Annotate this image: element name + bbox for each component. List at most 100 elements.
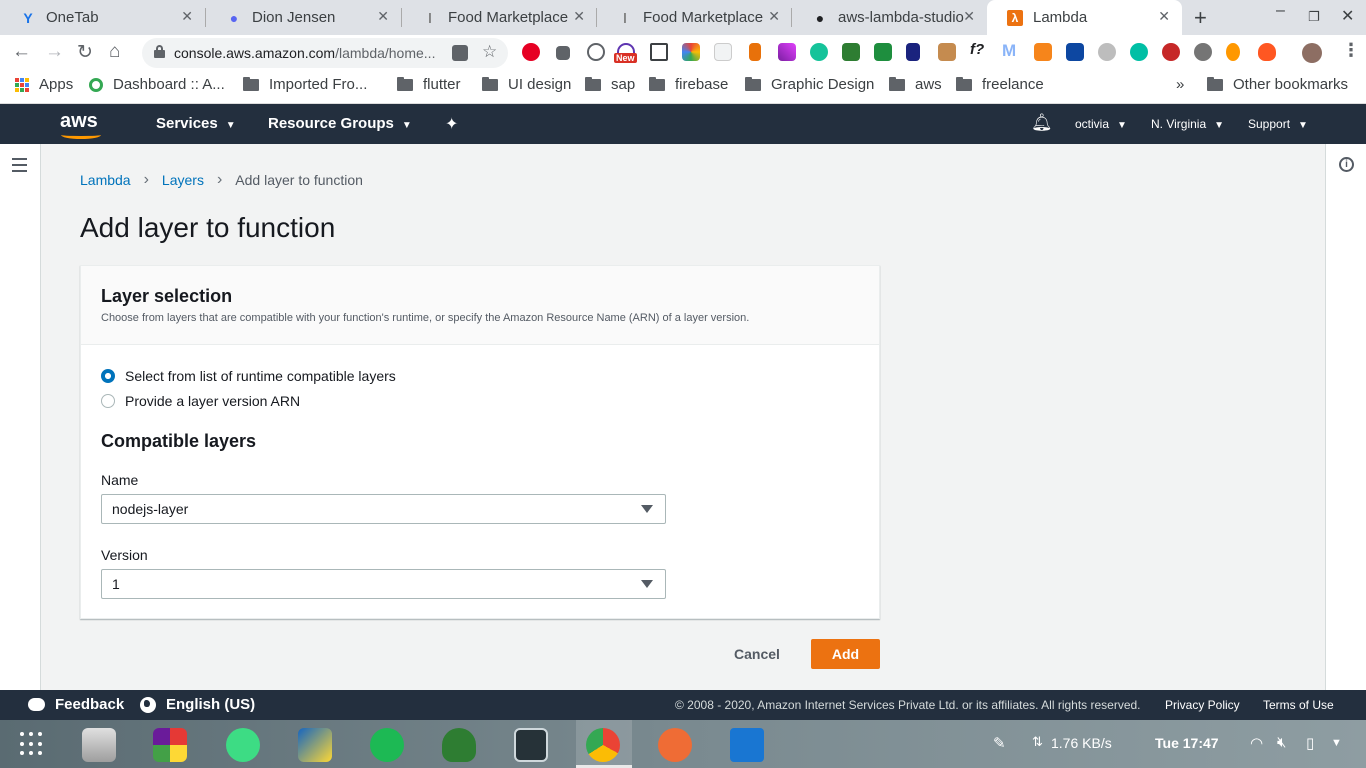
bookmark-apps[interactable]: Apps — [15, 76, 73, 93]
cancel-button[interactable]: Cancel — [715, 639, 799, 669]
m-extension-icon[interactable]: M — [1002, 41, 1020, 60]
language-selector[interactable]: English (US) — [140, 696, 255, 713]
y-extension-icon[interactable] — [906, 43, 920, 61]
browser-tab-aws-lambda-studio[interactable]: ● aws-lambda-studio ✕ — [792, 0, 987, 35]
radio-layer-version-arn[interactable]: Provide a layer version ARN — [101, 393, 300, 409]
bookmark-folder-ui-design[interactable]: UI design — [482, 76, 571, 93]
vscode-icon[interactable] — [730, 728, 764, 762]
close-tab-icon[interactable]: ✕ — [1158, 8, 1170, 25]
notification-bell-icon[interactable]: 🔔︎ — [1031, 113, 1053, 133]
excel-extension-icon[interactable] — [874, 43, 892, 61]
browser-tab-dion-jensen[interactable]: ● Dion Jensen ✕ — [206, 0, 401, 35]
pin-icon[interactable]: ✦ — [445, 114, 458, 134]
radio-runtime-compatible-layers[interactable]: Select from list of runtime compatible l… — [101, 368, 396, 384]
m-circle-extension-icon[interactable] — [1130, 43, 1148, 61]
radio-selected-icon[interactable] — [101, 369, 115, 383]
incognito-extension-icon[interactable] — [452, 45, 468, 61]
block-extension-icon[interactable] — [1162, 43, 1180, 61]
bookmark-folder-freelance[interactable]: freelance — [956, 76, 1044, 93]
browser-tab-food-marketplace-2[interactable]: ǀ Food Marketplace ✕ — [597, 0, 792, 35]
screenshot-extension-icon[interactable] — [650, 43, 668, 61]
breadcrumb-lambda[interactable]: Lambda — [80, 172, 131, 188]
box-extension-icon[interactable] — [938, 43, 956, 61]
resource-groups-menu[interactable]: Resource Groups ▼ — [268, 115, 412, 132]
add-button[interactable]: Add — [811, 639, 880, 669]
chrome-icon[interactable] — [586, 728, 620, 762]
reload-icon[interactable]: ↻ — [77, 41, 93, 64]
account-menu[interactable]: octivia ▼ — [1075, 117, 1127, 131]
page-extension-icon[interactable] — [714, 43, 732, 61]
circle-extension-icon[interactable] — [587, 43, 605, 61]
arrow-extension-icon[interactable] — [842, 43, 860, 61]
metamask-extension-icon[interactable] — [1034, 43, 1052, 61]
breadcrumb-layers[interactable]: Layers — [162, 172, 204, 188]
pen-tray-icon[interactable]: ✎ — [993, 734, 1006, 752]
bookmark-folder-flutter[interactable]: flutter — [397, 76, 461, 93]
close-tab-icon[interactable]: ✕ — [768, 8, 780, 25]
browser-tab-lambda[interactable]: λ Lambda ✕ — [987, 0, 1182, 35]
battery-icon[interactable]: ▯ — [1306, 734, 1314, 752]
k-extension-icon[interactable] — [1098, 43, 1116, 61]
minimize-window-icon[interactable]: – — [1276, 2, 1285, 20]
spotify-icon[interactable] — [370, 728, 404, 762]
layer-version-select[interactable]: 1 — [101, 569, 666, 599]
privacy-policy-link[interactable]: Privacy Policy — [1165, 698, 1240, 712]
network-app-icon[interactable] — [298, 728, 332, 762]
aws-logo[interactable]: aws — [60, 110, 98, 133]
color-picker-extension-icon[interactable] — [682, 43, 700, 61]
rocket-app-icon[interactable] — [442, 728, 476, 762]
react-extension-icon[interactable] — [1066, 43, 1084, 61]
new-tab-button[interactable]: + — [1194, 5, 1207, 31]
clock[interactable]: Tue 17:47 — [1155, 735, 1219, 751]
feather-extension-icon[interactable] — [778, 43, 796, 61]
close-window-icon[interactable]: ✕ — [1341, 6, 1354, 26]
bookmark-folder-imported[interactable]: Imported Fro... — [243, 76, 367, 93]
file-manager-icon[interactable] — [82, 728, 116, 762]
bulb-extension-icon[interactable] — [1226, 43, 1240, 61]
support-menu[interactable]: Support ▼ — [1248, 117, 1308, 131]
maximize-window-icon[interactable]: ❐ — [1308, 9, 1320, 25]
grammarly-extension-icon[interactable] — [810, 43, 828, 61]
pen-extension-icon[interactable] — [556, 46, 570, 60]
volume-muted-icon[interactable]: 🔇︎ — [1277, 734, 1286, 751]
browser-tab-onetab[interactable]: Y OneTab ✕ — [0, 0, 205, 35]
close-tab-icon[interactable]: ✕ — [181, 8, 193, 25]
wifi-icon[interactable]: ◠ — [1250, 734, 1263, 752]
feedback-link[interactable]: Feedback — [28, 696, 124, 713]
pinterest-extension-icon[interactable] — [522, 43, 540, 61]
terminal-icon[interactable] — [514, 728, 548, 762]
bookmarks-overflow-chevron[interactable]: » — [1176, 76, 1184, 93]
m-gray-extension-icon[interactable] — [1194, 43, 1212, 61]
bookmark-folder-firebase[interactable]: firebase — [649, 76, 728, 93]
bookmark-dashboard[interactable]: Dashboard :: A... — [89, 76, 225, 93]
bookmark-folder-sap[interactable]: sap — [585, 76, 635, 93]
forward-arrow-icon[interactable]: → — [45, 41, 64, 63]
region-menu[interactable]: N. Virginia ▼ — [1151, 117, 1224, 131]
bookmark-folder-other[interactable]: Other bookmarks — [1207, 76, 1348, 93]
tray-chevron-down-icon[interactable]: ▼ — [1331, 737, 1342, 749]
bookmark-star-icon[interactable]: ☆ — [482, 42, 497, 62]
bookmark-folder-aws[interactable]: aws — [889, 76, 942, 93]
window-app-icon[interactable] — [153, 728, 187, 762]
profile-avatar[interactable] — [1302, 43, 1322, 63]
bookmark-folder-graphic-design[interactable]: Graphic Design — [745, 76, 874, 93]
android-studio-icon[interactable] — [226, 728, 260, 762]
info-icon[interactable]: i — [1339, 157, 1354, 172]
terms-of-use-link[interactable]: Terms of Use — [1263, 698, 1334, 712]
close-tab-icon[interactable]: ✕ — [377, 8, 389, 25]
back-arrow-icon[interactable]: ← — [12, 41, 31, 63]
java-extension-icon[interactable] — [749, 43, 761, 61]
services-menu[interactable]: Services ▼ — [156, 115, 236, 132]
app-launcher-icon[interactable] — [20, 732, 44, 756]
browser-tab-food-marketplace[interactable]: ǀ Food Marketplace ✕ — [402, 0, 597, 35]
home-icon[interactable]: ⌂ — [109, 41, 120, 63]
chrome-menu-icon[interactable]: ⋮ — [1342, 40, 1360, 61]
layer-name-select[interactable]: nodejs-layer — [101, 494, 666, 524]
formula-extension-icon[interactable]: f? — [970, 41, 988, 59]
hamburger-menu-icon[interactable] — [12, 158, 27, 176]
postman-icon[interactable] — [658, 728, 692, 762]
radio-unselected-icon[interactable] — [101, 394, 115, 408]
address-bar[interactable]: console.aws.amazon.com/lambda/home... ☆ — [142, 38, 508, 68]
close-tab-icon[interactable]: ✕ — [573, 8, 585, 25]
close-tab-icon[interactable]: ✕ — [963, 8, 975, 25]
